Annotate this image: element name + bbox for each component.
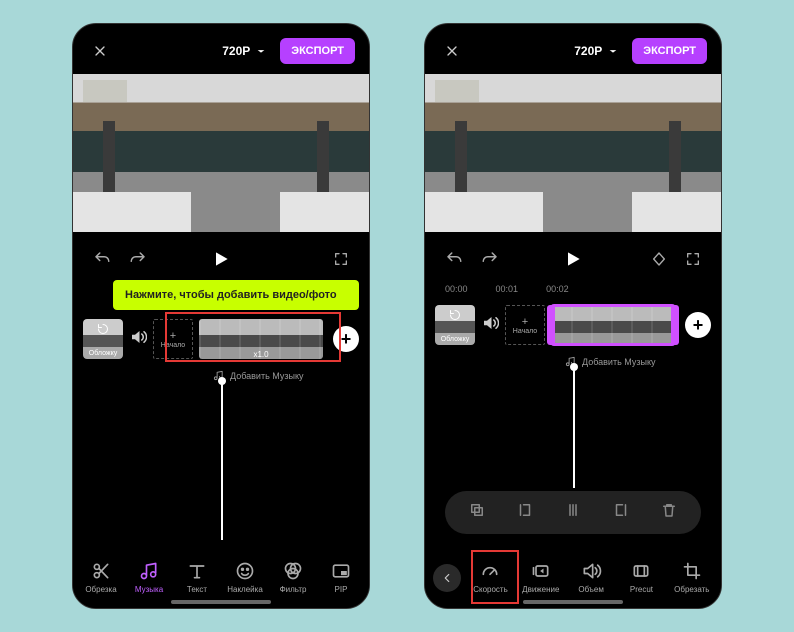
playhead[interactable] — [573, 367, 575, 488]
highlight-box — [471, 550, 519, 604]
music-icon — [138, 561, 160, 581]
text-icon — [186, 561, 208, 581]
export-button[interactable]: ЭКСПОРТ — [280, 38, 355, 64]
volume-icon — [580, 561, 602, 581]
cover-label: Обложку — [441, 336, 469, 343]
tool-filter[interactable]: Фильтр — [272, 561, 314, 594]
export-button[interactable]: ЭКСПОРТ — [632, 38, 707, 64]
home-indicator — [523, 600, 623, 604]
topbar: 720P ЭКСПОРТ — [425, 24, 721, 74]
tool-text[interactable]: Текст — [176, 561, 218, 594]
phone-screen-2: 720P ЭКСПОРТ 00:00 00:01 00:02 — [424, 23, 722, 609]
close-button[interactable] — [87, 38, 113, 64]
scissors-icon — [90, 561, 112, 581]
split-left-icon[interactable] — [516, 501, 534, 524]
sticker-icon — [234, 561, 256, 581]
clip-action-bar — [445, 491, 701, 534]
undo-button[interactable] — [93, 250, 111, 268]
play-button[interactable] — [211, 249, 231, 269]
tool-volume[interactable]: Объем — [570, 561, 612, 594]
reload-icon — [449, 309, 461, 323]
split-right-icon[interactable] — [612, 501, 630, 524]
resolution-dropdown[interactable]: 720P — [568, 40, 624, 62]
music-label: Добавить Музыку — [230, 371, 304, 381]
tool-music[interactable]: Музыка — [128, 561, 170, 594]
chevron-down-icon — [608, 46, 618, 56]
time-label: 00:01 — [496, 284, 519, 294]
tool-crop[interactable]: Обрезка — [80, 561, 122, 594]
redo-button[interactable] — [481, 250, 499, 268]
tool-pip[interactable]: PIP — [320, 561, 362, 594]
filter-icon — [282, 561, 304, 581]
time-label: 00:02 — [546, 284, 569, 294]
pip-icon — [330, 561, 352, 581]
video-preview[interactable] — [73, 74, 369, 232]
tool-precut[interactable]: Precut — [620, 561, 662, 594]
video-preview[interactable] — [425, 74, 721, 232]
tool-sticker[interactable]: Наклейка — [224, 561, 266, 594]
mute-button[interactable] — [129, 328, 147, 351]
timeline[interactable]: Обложку + Начало + — [425, 300, 721, 350]
back-button[interactable] — [433, 564, 461, 592]
highlight-box — [165, 312, 341, 362]
music-label: Добавить Музыку — [582, 357, 656, 367]
time-ruler: 00:00 00:01 00:02 — [425, 280, 721, 300]
precut-icon — [630, 561, 652, 581]
cover-thumbnail[interactable]: Обложку — [435, 305, 475, 345]
tool-crop2[interactable]: Обрезать — [671, 561, 713, 594]
motion-icon — [530, 561, 552, 581]
chevron-down-icon — [256, 46, 266, 56]
redo-button[interactable] — [129, 250, 147, 268]
resolution-dropdown[interactable]: 720P — [216, 40, 272, 62]
phone-screen-1: 720P ЭКСПОРТ Нажмите, чтобы добавить вид… — [72, 23, 370, 609]
time-label: 00:00 — [445, 284, 468, 294]
fullscreen-button[interactable] — [333, 251, 349, 267]
split-icon[interactable] — [564, 501, 582, 524]
add-media-button[interactable]: + — [685, 312, 711, 338]
resolution-label: 720P — [222, 44, 250, 58]
hint-banner[interactable]: Нажмите, чтобы добавить видео/фото — [113, 280, 359, 310]
undo-button[interactable] — [445, 250, 463, 268]
delete-icon[interactable] — [660, 501, 678, 524]
playback-controls — [425, 232, 721, 280]
timeline[interactable]: Обложку + Начало x1.0 + — [73, 314, 369, 364]
tool-motion[interactable]: Движение — [520, 561, 562, 594]
resolution-label: 720P — [574, 44, 602, 58]
fullscreen-button[interactable] — [685, 251, 701, 267]
crop-icon — [681, 561, 703, 581]
start-label: Начало — [513, 328, 537, 335]
topbar: 720P ЭКСПОРТ — [73, 24, 369, 74]
copy-icon[interactable] — [468, 501, 486, 524]
playback-controls — [73, 232, 369, 280]
cover-label: Обложку — [89, 350, 117, 357]
cover-thumbnail[interactable]: Обложку — [83, 319, 123, 359]
playhead[interactable] — [221, 381, 223, 540]
close-button[interactable] — [439, 38, 465, 64]
reload-icon — [97, 323, 109, 337]
keyframe-button[interactable] — [651, 251, 667, 267]
mute-button[interactable] — [481, 314, 499, 337]
play-button[interactable] — [563, 249, 583, 269]
plus-icon: + — [522, 316, 528, 328]
start-block[interactable]: + Начало — [505, 305, 545, 345]
home-indicator — [171, 600, 271, 604]
video-clip-selected[interactable] — [551, 305, 675, 345]
